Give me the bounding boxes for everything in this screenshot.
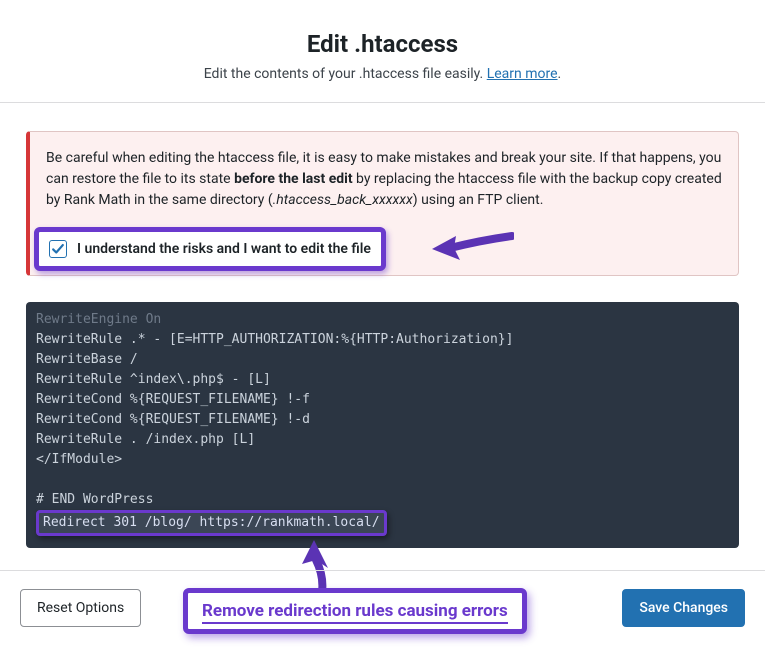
page-header: Edit .htaccess Edit the contents of your… [0, 0, 765, 102]
save-button[interactable]: Save Changes [622, 589, 745, 627]
page-subtitle: Edit the contents of your .htaccess file… [20, 66, 745, 82]
callout-annotation: Remove redirection rules causing errors [183, 588, 527, 634]
code-line [36, 470, 729, 490]
code-line: RewriteCond %{REQUEST_FILENAME} !-d [36, 410, 729, 430]
arrow-right-icon [432, 230, 514, 268]
code-line: RewriteEngine On [36, 310, 729, 330]
code-line: RewriteRule .* - [E=HTTP_AUTHORIZATION:%… [36, 330, 729, 350]
highlighted-code-line: Redirect 301 /blog/ https://rankmath.loc… [36, 510, 387, 536]
consent-checkbox[interactable] [49, 240, 67, 258]
code-line: RewriteRule ^index\.php$ - [L] [36, 370, 729, 390]
consent-highlight: I understand the risks and I want to edi… [34, 227, 386, 271]
warning-text: Be careful when editing the htaccess fil… [46, 148, 722, 211]
code-line: # END WordPress [36, 490, 729, 510]
code-line: </IfModule> [36, 450, 729, 470]
code-line: RewriteBase / [36, 350, 729, 370]
code-line: RewriteRule . /index.php [L] [36, 430, 729, 450]
divider [0, 102, 765, 103]
learn-more-link[interactable]: Learn more [487, 66, 558, 82]
page-title: Edit .htaccess [20, 30, 745, 58]
htaccess-editor[interactable]: RewriteEngine On RewriteRule .* - [E=HTT… [26, 302, 739, 548]
footer-bar: Reset Options Save Changes Remove redire… [0, 570, 765, 645]
consent-label: I understand the risks and I want to edi… [77, 241, 371, 257]
check-icon [51, 242, 65, 256]
reset-button[interactable]: Reset Options [20, 589, 141, 627]
warning-panel: Be careful when editing the htaccess fil… [26, 131, 739, 276]
code-line: RewriteCond %{REQUEST_FILENAME} !-f [36, 390, 729, 410]
